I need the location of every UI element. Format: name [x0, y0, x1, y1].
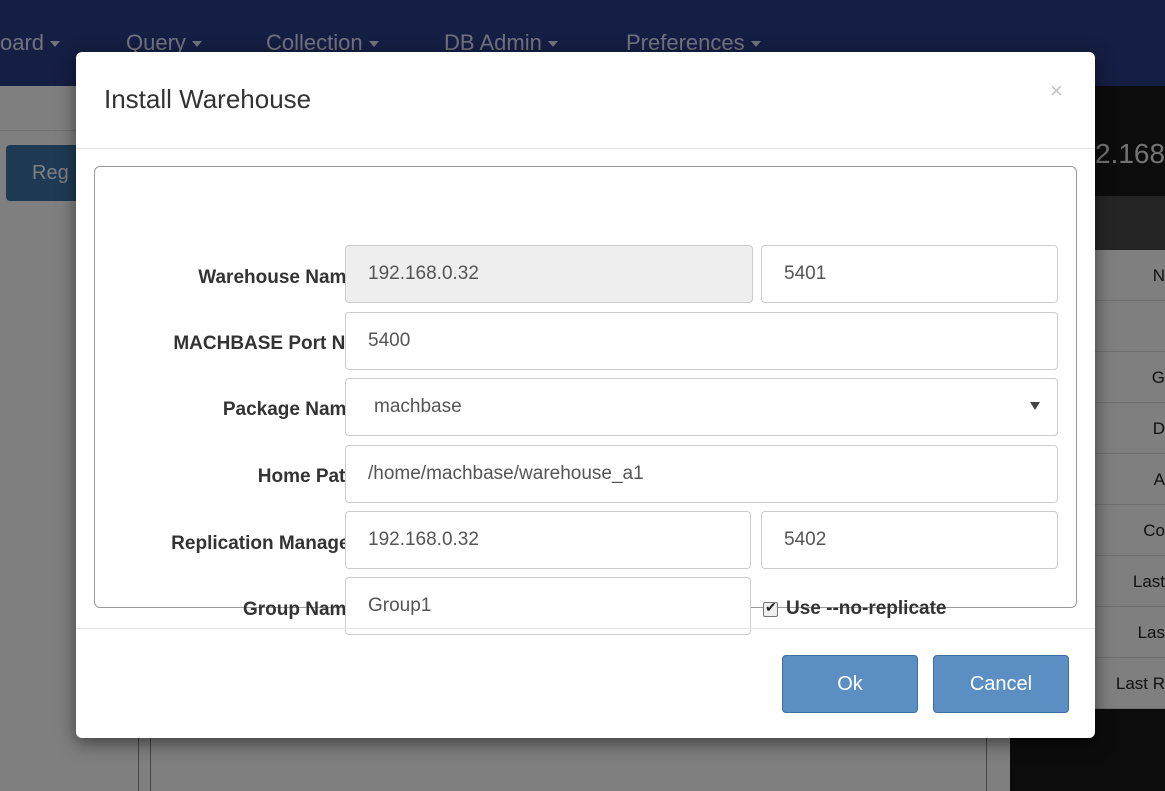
modal-title: Install Warehouse [104, 84, 312, 114]
dropdown-arrow-icon [1030, 402, 1040, 410]
close-icon[interactable]: × [1050, 80, 1063, 102]
checkmark-icon: ✔ [765, 598, 777, 615]
replication-manager-input[interactable] [345, 511, 751, 569]
install-form: Warehouse Name MACHBASE Port No Package … [94, 166, 1077, 635]
package-name-selected-value[interactable]: machbase [345, 378, 1058, 436]
cancel-button[interactable]: Cancel [933, 655, 1069, 713]
warehouse-name-input[interactable] [345, 245, 753, 303]
home-path-input[interactable] [345, 445, 1058, 503]
package-name-label: Package Name [222, 399, 357, 420]
no-replicate-option[interactable]: ✔ Use --no-replicate [763, 598, 946, 622]
install-warehouse-dialog: Install Warehouse × Warehouse Name MACHB… [76, 52, 1095, 738]
package-name-select[interactable]: machbase [345, 378, 1058, 436]
group-name-input[interactable] [345, 577, 751, 635]
warehouse-name-label: Warehouse Name [198, 267, 357, 288]
no-replicate-label: Use --no-replicate [786, 598, 947, 619]
warehouse-port-input[interactable] [761, 245, 1058, 303]
modal-header: Install Warehouse × [76, 52, 1095, 149]
home-path-label: Home Path [257, 466, 357, 487]
modal-footer-divider [76, 628, 1095, 629]
screen: oard Query Collection DB Admin Preferenc… [0, 0, 1165, 791]
group-name-label: Group Name [242, 599, 357, 620]
no-replicate-checkbox[interactable]: ✔ [763, 598, 778, 617]
ok-button[interactable]: Ok [782, 655, 918, 713]
machbase-port-input[interactable] [345, 312, 1058, 370]
replication-manager-label: Replication Manager [171, 533, 357, 554]
machbase-port-label: MACHBASE Port No [173, 333, 357, 354]
replication-manager-port-input[interactable] [761, 511, 1058, 569]
